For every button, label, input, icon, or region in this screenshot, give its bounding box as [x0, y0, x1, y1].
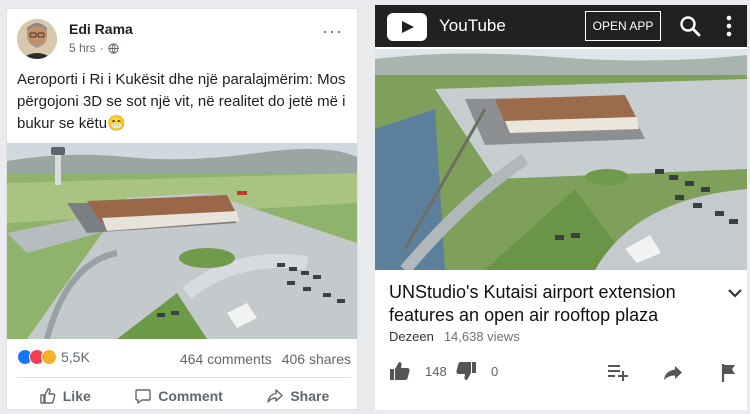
dislike-button[interactable]: 0	[455, 361, 498, 381]
open-app-button[interactable]: OPEN APP	[585, 11, 661, 41]
post-header: Edi Rama 5 hrs · ···	[17, 19, 347, 59]
video-player[interactable]	[375, 49, 747, 270]
like-button[interactable]: 148	[389, 361, 447, 381]
share-icon[interactable]	[663, 365, 683, 381]
more-vert-icon[interactable]	[725, 14, 733, 38]
view-count: 14,638 views	[443, 329, 520, 344]
haha-reaction-icon	[41, 349, 57, 365]
youtube-top-bar: YouTube OPEN APP	[375, 5, 747, 47]
chevron-down-icon[interactable]	[727, 287, 743, 299]
comment-icon	[135, 389, 151, 404]
avatar[interactable]	[17, 19, 57, 59]
post-text: Aeroporti i Ri i Kukësit dhe një paralaj…	[17, 71, 346, 132]
author-name[interactable]: Edi Rama	[69, 21, 133, 37]
youtube-page: YouTube OPEN APP UNStudio's Kutaisi airp…	[375, 5, 747, 410]
thumbs-down-icon	[456, 362, 476, 380]
airport-render-image[interactable]	[7, 143, 357, 339]
add-to-playlist-icon[interactable]	[607, 363, 629, 381]
channel-name[interactable]: Dezeen	[389, 329, 434, 344]
reaction-count: 5,5K	[61, 349, 90, 365]
search-icon[interactable]	[679, 15, 701, 37]
shares-count[interactable]: 406 shares	[282, 351, 351, 367]
post-meta: 5 hrs ·	[69, 41, 119, 55]
comment-button[interactable]: Comment	[134, 387, 223, 405]
more-options-icon[interactable]: ···	[322, 21, 343, 42]
thumbs-up-icon	[390, 362, 410, 380]
like-button[interactable]: Like	[39, 387, 91, 405]
facebook-post: Edi Rama 5 hrs · ··· Aeroporti i Ri i Ku…	[6, 8, 358, 410]
globe-icon	[108, 42, 119, 54]
share-button[interactable]: Share	[266, 387, 329, 405]
thumbs-up-icon	[40, 388, 56, 404]
engagement-stats: 5,5K 464 comments 406 shares	[17, 347, 351, 371]
youtube-logo-icon[interactable]	[387, 13, 427, 41]
comments-count[interactable]: 464 comments	[180, 351, 272, 367]
divider	[17, 377, 351, 378]
reactions[interactable]: 5,5K	[17, 349, 90, 365]
post-actions: Like Comment Share	[17, 381, 351, 411]
post-time[interactable]: 5 hrs	[69, 41, 96, 55]
flag-icon[interactable]	[721, 363, 737, 383]
share-arrow-icon	[267, 389, 284, 403]
video-meta: Dezeen 14,638 views	[389, 329, 520, 344]
app-title: YouTube	[439, 16, 506, 35]
video-title: UNStudio's Kutaisi airport extension fea…	[389, 282, 676, 325]
video-actions: 148 0	[389, 357, 739, 387]
